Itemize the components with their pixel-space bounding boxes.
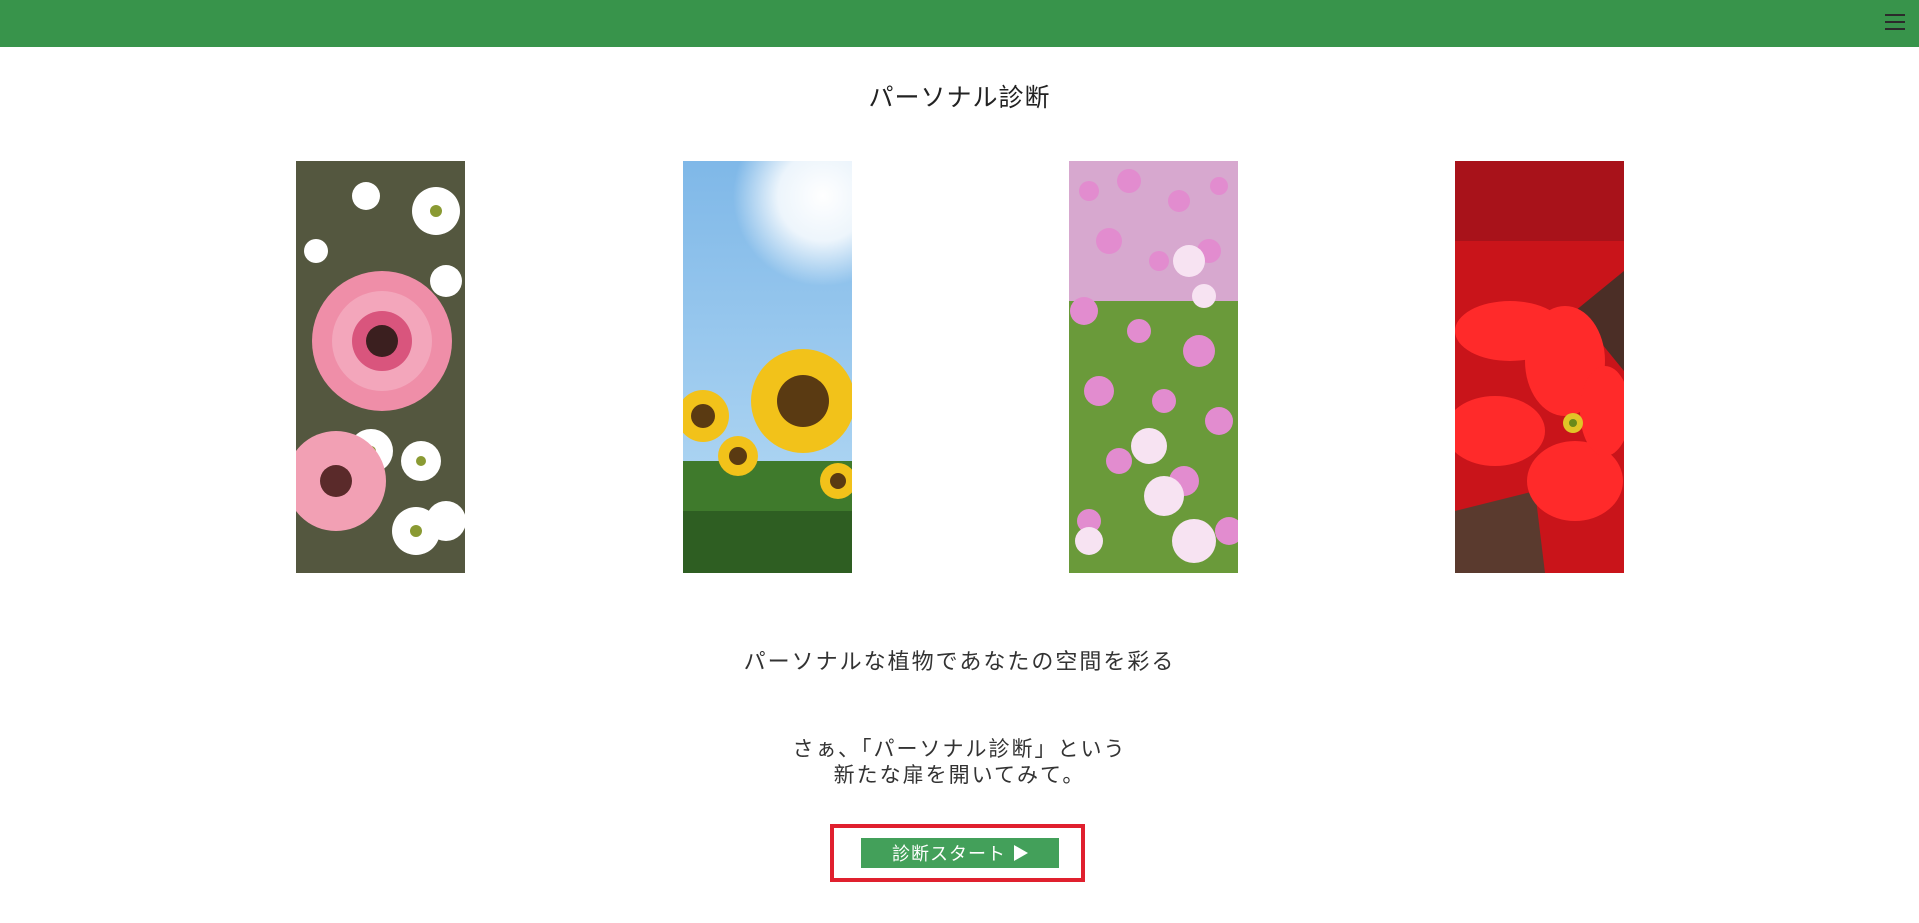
invitation-line-1: さぁ、「パーソナル診断」という xyxy=(792,737,1127,761)
poinsettia-image xyxy=(1455,161,1624,573)
cosmos-field-image xyxy=(1069,161,1238,573)
start-diagnosis-button[interactable]: 診断スタート xyxy=(861,838,1059,868)
menu-line xyxy=(1885,28,1905,30)
sunflower-image xyxy=(683,161,852,573)
hamburger-menu-icon[interactable] xyxy=(1879,6,1911,38)
menu-line xyxy=(1885,21,1905,23)
top-header-bar xyxy=(0,0,1919,47)
menu-line xyxy=(1885,14,1905,16)
invitation-text: さぁ、「パーソナル診断」という 新たな扉を開いてみて。 xyxy=(0,736,1919,788)
gerbera-daisy-image xyxy=(296,161,465,573)
flower-gallery xyxy=(0,161,1919,573)
page-title: パーソナル診断 xyxy=(868,83,1051,112)
tagline-text: パーソナルな植物であなたの空間を彩る xyxy=(743,650,1176,675)
invitation-line-2: 新たな扉を開いてみて。 xyxy=(833,763,1086,787)
start-diagnosis-label: 診断スタート xyxy=(892,844,1006,865)
play-icon xyxy=(1014,845,1028,861)
